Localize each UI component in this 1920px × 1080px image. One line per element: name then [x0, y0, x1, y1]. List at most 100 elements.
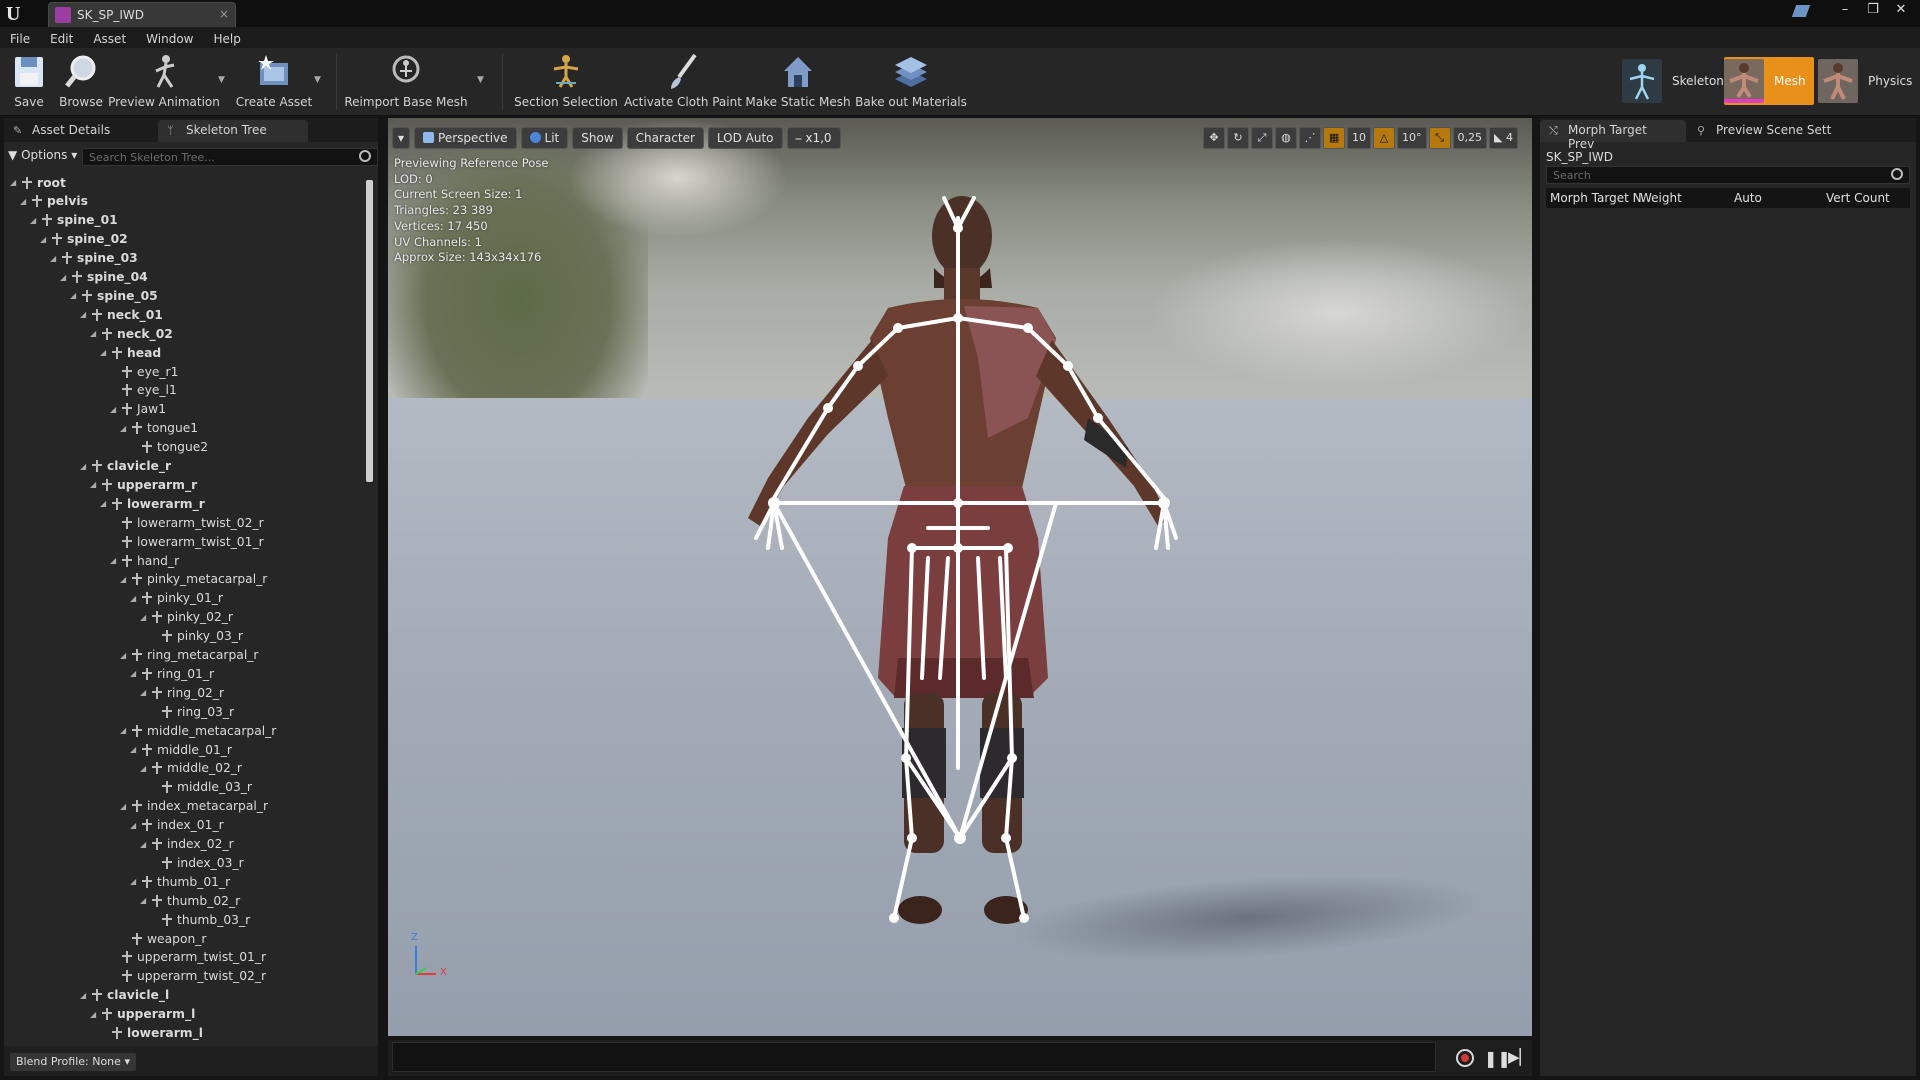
asset-document-tab[interactable]: SK_SP_IWD × — [48, 2, 236, 27]
maximize-button[interactable]: ❐ — [1862, 0, 1884, 18]
expand-arrow-icon[interactable]: ◢ — [120, 575, 129, 584]
activate-cloth-paint-button[interactable]: Activate Cloth Paint — [624, 50, 742, 114]
expand-arrow-icon[interactable]: ◢ — [30, 216, 39, 225]
minimize-button[interactable]: – — [1834, 0, 1856, 18]
create-asset-button[interactable]: Create Asset — [236, 50, 312, 114]
tree-row[interactable]: lowerarm_twist_02_r — [110, 513, 264, 532]
menu-edit[interactable]: Edit — [40, 30, 83, 48]
coordinate-space-icon[interactable]: ◍ — [1275, 127, 1298, 149]
tree-row[interactable]: ◢ index_02_r — [140, 835, 234, 854]
tree-row[interactable]: ◢ lowerarm_r — [100, 494, 205, 513]
expand-arrow-icon[interactable]: ◢ — [130, 669, 139, 678]
perspective-button[interactable]: Perspective — [414, 127, 517, 149]
expand-arrow-icon[interactable]: ◢ — [70, 291, 79, 300]
playback-speed-button[interactable]: ⎯ x1,0 — [786, 127, 841, 149]
preview-animation-dropdown-icon[interactable]: ▼ — [218, 75, 225, 85]
tree-row[interactable]: weapon_r — [120, 929, 207, 948]
tree-row[interactable]: ◢ index_01_r — [130, 816, 224, 835]
rotation-snap-icon[interactable]: △ — [1373, 127, 1396, 149]
grid-snap-icon[interactable]: ▦ — [1323, 127, 1346, 149]
tree-row[interactable]: ◢ hand_r — [110, 551, 179, 570]
expand-arrow-icon[interactable]: ◢ — [140, 688, 149, 697]
tree-row[interactable]: ◢ thumb_01_r — [130, 872, 230, 891]
tree-row[interactable]: ◢ spine_02 — [40, 230, 128, 249]
tree-row[interactable]: ◢ spine_04 — [60, 268, 148, 287]
tree-row[interactable]: ◢ pinky_01_r — [130, 589, 223, 608]
tree-row[interactable]: ◢ spine_01 — [30, 211, 118, 230]
tree-row[interactable]: pinky_03_r — [150, 627, 243, 646]
menu-window[interactable]: Window — [136, 30, 203, 48]
browse-button[interactable]: Browse — [56, 50, 106, 114]
expand-arrow-icon[interactable]: ◢ — [40, 235, 49, 244]
grid-snap-value[interactable]: 10 — [1347, 127, 1372, 149]
tree-row[interactable]: ◢ upperarm_r — [90, 475, 197, 494]
preview-animation-button[interactable]: Preview Animation — [108, 50, 220, 114]
tree-row[interactable]: ◢ Jaw1 — [110, 400, 166, 419]
bake-out-materials-button[interactable]: Bake out Materials — [855, 50, 967, 114]
menu-help[interactable]: Help — [203, 30, 250, 48]
expand-arrow-icon[interactable]: ◢ — [10, 178, 19, 187]
show-button[interactable]: Show — [572, 127, 623, 149]
tree-row[interactable]: ◢ spine_05 — [70, 286, 158, 305]
expand-arrow-icon[interactable]: ◢ — [20, 197, 29, 206]
menu-asset[interactable]: Asset — [83, 30, 136, 48]
tab-morph-target-preview[interactable]: ⤭ Morph Target Prev — [1540, 120, 1686, 151]
expand-arrow-icon[interactable]: ◢ — [90, 480, 99, 489]
tree-row[interactable]: middle_03_r — [150, 778, 252, 797]
translate-icon[interactable]: ✥ — [1203, 127, 1226, 149]
expand-arrow-icon[interactable]: ◢ — [90, 1010, 99, 1019]
close-tab-icon[interactable]: × — [219, 7, 229, 21]
tree-row[interactable]: eye_l1 — [110, 381, 177, 400]
record-button[interactable] — [1456, 1049, 1474, 1067]
expand-arrow-icon[interactable]: ◢ — [130, 821, 139, 830]
column-vert-count[interactable]: Vert Count — [1826, 191, 1890, 205]
tree-row[interactable]: ◢ clavicle_r — [80, 457, 171, 476]
tree-row[interactable]: tongue2 — [130, 438, 208, 457]
tree-row[interactable]: ◢ neck_01 — [80, 305, 163, 324]
expand-arrow-icon[interactable]: ◢ — [80, 462, 89, 471]
step-forward-button[interactable]: ▶▏ — [1508, 1048, 1531, 1066]
lit-mode-button[interactable]: Lit — [520, 127, 569, 149]
tree-row[interactable]: ◢ ring_02_r — [140, 683, 224, 702]
tree-row[interactable]: thumb_03_r — [150, 910, 250, 929]
reimport-base-mesh-button[interactable]: Reimport Base Mesh — [344, 50, 468, 114]
column-weight[interactable]: Weight — [1640, 191, 1682, 205]
tree-row[interactable]: ◢ pelvis — [20, 192, 88, 211]
expand-arrow-icon[interactable]: ◢ — [140, 613, 149, 622]
tree-row[interactable]: ◢ thumb_02_r — [140, 891, 240, 910]
expand-arrow-icon[interactable]: ◢ — [110, 556, 119, 565]
unreal-logo-icon[interactable]: U — [6, 3, 20, 26]
tree-row[interactable]: ◢ ring_metacarpal_r — [120, 646, 258, 665]
expand-arrow-icon[interactable]: ◢ — [90, 329, 99, 338]
tree-row[interactable]: ◢ ring_01_r — [130, 664, 214, 683]
expand-arrow-icon[interactable]: ◢ — [100, 348, 109, 357]
viewport-options-dropdown[interactable]: ▾ — [392, 127, 411, 149]
tree-row[interactable]: ◢ root — [10, 173, 66, 192]
tree-row[interactable]: ◢ head — [100, 343, 161, 362]
morph-target-search-input[interactable]: Search — [1546, 166, 1910, 184]
expand-arrow-icon[interactable]: ◢ — [80, 991, 89, 1000]
tree-row[interactable]: ◢ middle_01_r — [130, 740, 232, 759]
tree-row[interactable]: ◢ clavicle_l — [80, 986, 169, 1005]
blend-profile-dropdown[interactable]: Blend Profile: None ▾ — [10, 1053, 136, 1071]
camera-speed-button[interactable]: ◣ 4 — [1489, 127, 1518, 149]
character-button[interactable]: Character — [626, 127, 704, 149]
tree-row[interactable]: ◢ middle_02_r — [140, 759, 242, 778]
tree-row[interactable]: index_03_r — [150, 853, 244, 872]
expand-arrow-icon[interactable]: ◢ — [60, 273, 69, 282]
preview-viewport[interactable]: ▾ Perspective Lit Show Character LOD Aut… — [388, 118, 1532, 1036]
tree-row[interactable]: ◢ neck_02 — [90, 324, 173, 343]
tree-row[interactable]: ◢ tongue1 — [120, 419, 198, 438]
tree-row[interactable]: upperarm_twist_01_r — [110, 948, 266, 967]
make-static-mesh-button[interactable]: Make Static Mesh — [745, 50, 851, 114]
timeline-scrub-bar[interactable] — [392, 1042, 1436, 1072]
expand-arrow-icon[interactable]: ◢ — [120, 802, 129, 811]
tree-row[interactable]: lowerarm_twist_01_r — [110, 532, 264, 551]
scale-snap-value[interactable]: 0,25 — [1452, 127, 1488, 149]
close-window-button[interactable]: ✕ — [1890, 0, 1912, 18]
expand-arrow-icon[interactable]: ◢ — [50, 254, 59, 263]
rotate-icon[interactable]: ↻ — [1227, 127, 1250, 149]
surface-snap-icon[interactable]: ⋰ — [1299, 127, 1322, 149]
rotation-snap-value[interactable]: 10° — [1397, 127, 1427, 149]
tree-scrollbar[interactable] — [366, 180, 373, 482]
